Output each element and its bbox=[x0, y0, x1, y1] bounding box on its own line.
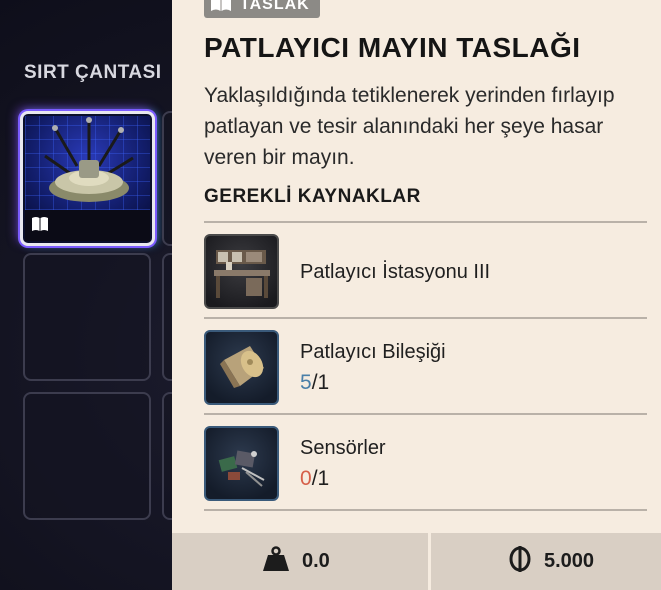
backpack-title: SIRT ÇANTASI bbox=[24, 62, 162, 83]
resource-need: 1 bbox=[317, 371, 330, 394]
resource-row: Patlayıcı İstasyonu III bbox=[204, 223, 647, 317]
inventory-slot-selected[interactable] bbox=[20, 111, 155, 246]
explosive-compound-icon bbox=[204, 330, 279, 405]
resource-have: 0 bbox=[300, 467, 312, 490]
coin-icon bbox=[508, 546, 532, 577]
inventory-slot[interactable] bbox=[23, 392, 151, 520]
blueprint-tag: TASLAK bbox=[204, 0, 320, 18]
item-description: Yaklaşıldığında tetiklenerek yerinden fı… bbox=[204, 84, 615, 169]
price-stat: 5.000 bbox=[508, 533, 594, 590]
resource-row: Patlayıcı Bileşiği 5/1 bbox=[204, 319, 647, 413]
workbench-icon bbox=[204, 234, 279, 309]
resource-count: 0/1 bbox=[300, 467, 329, 491]
resource-row: Sensörler 0/1 bbox=[204, 415, 647, 509]
divider bbox=[428, 533, 431, 590]
resource-need: 1 bbox=[317, 467, 330, 490]
resource-name: Sensörler bbox=[300, 437, 386, 459]
required-resources-header: GEREKLİ KAYNAKLAR bbox=[204, 186, 421, 207]
resource-count: 5/1 bbox=[300, 371, 329, 395]
item-tooltip-panel: TASLAK PATLAYICI MAYIN TASLAĞI Yaklaşıld… bbox=[172, 0, 661, 590]
blueprint-book-icon bbox=[31, 216, 49, 237]
resource-name: Patlayıcı İstasyonu III bbox=[300, 261, 491, 283]
sensors-icon bbox=[204, 426, 279, 501]
tag-label: TASLAK bbox=[240, 0, 310, 13]
mine-blueprint-image bbox=[25, 116, 150, 210]
weight-stat: 0.0 bbox=[262, 533, 330, 590]
book-icon bbox=[210, 0, 232, 17]
price-value: 5.000 bbox=[544, 550, 595, 572]
resource-name: Patlayıcı Bileşiği bbox=[300, 341, 446, 363]
inventory-slot[interactable] bbox=[23, 253, 151, 381]
weight-value: 0.0 bbox=[302, 550, 330, 572]
item-title: PATLAYICI MAYIN TASLAĞI bbox=[204, 32, 581, 63]
divider bbox=[204, 509, 647, 511]
weight-icon bbox=[262, 546, 290, 577]
resource-have: 5 bbox=[300, 371, 312, 394]
item-stats-bar: 0.0 5.000 bbox=[172, 533, 661, 590]
